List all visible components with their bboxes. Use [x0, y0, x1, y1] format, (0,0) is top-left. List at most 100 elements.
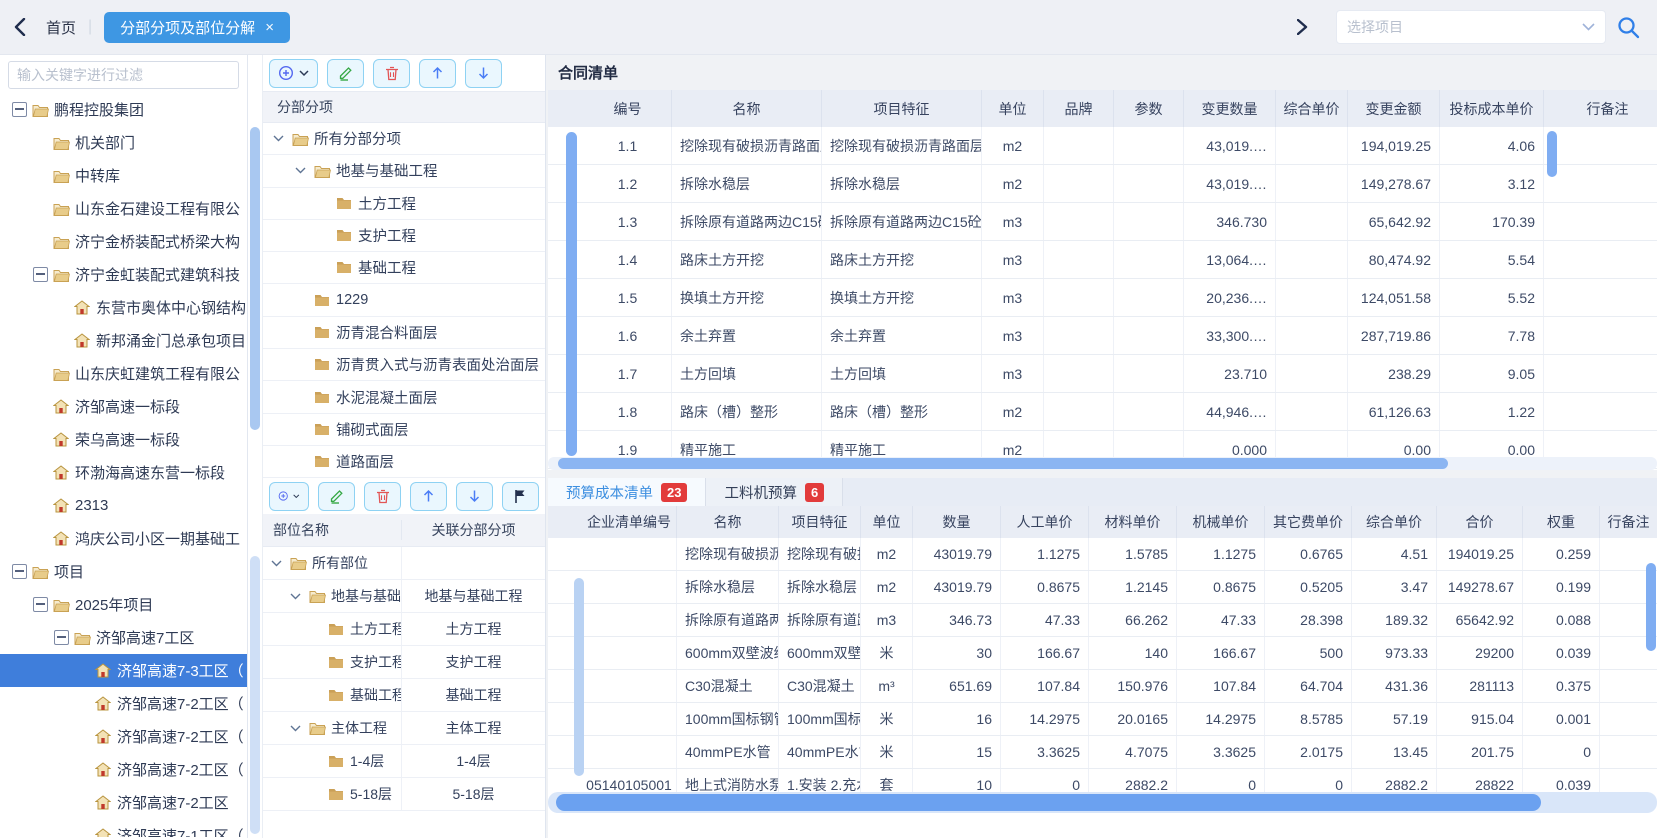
- edit-button[interactable]: [327, 59, 364, 88]
- tree-item[interactable]: 济邹高速7-2工区: [0, 786, 247, 819]
- division-tree-item[interactable]: 水泥混凝土面层: [263, 381, 545, 413]
- tree-item[interactable]: 中转库: [0, 159, 247, 192]
- add-button[interactable]: [269, 482, 309, 511]
- division-tree-item[interactable]: 1229: [263, 284, 545, 316]
- expander-icon[interactable]: [33, 597, 53, 612]
- division-tree-item[interactable]: 沥青混合料面层: [263, 317, 545, 349]
- division-tree-item[interactable]: 支护工程: [263, 220, 545, 252]
- tab-active-decomposition[interactable]: 分部分项及部位分解 ×: [104, 12, 290, 43]
- tree-item[interactable]: 东营市奥体中心钢结构: [0, 291, 247, 324]
- tree-item[interactable]: 2313: [0, 489, 247, 522]
- position-tree-item[interactable]: 地基与基础工程 地基与基础工程: [263, 580, 545, 613]
- tree-item[interactable]: 荣乌高速一标段: [0, 423, 247, 456]
- scrollbar-thumb[interactable]: [250, 127, 260, 430]
- tab-labor-material-budget[interactable]: 工料机预算 6: [705, 478, 843, 506]
- move-up-button[interactable]: [419, 59, 456, 88]
- budget-table-row[interactable]: 600mm双壁波纹管 600mm双壁波纹管 米 30 166.67 140 16…: [548, 637, 1657, 670]
- move-down-button[interactable]: [465, 59, 502, 88]
- flag-button[interactable]: [502, 482, 539, 511]
- budget-table-row[interactable]: 挖除现有破损沥青路面层 挖除现有破损沥青路面层 m2 43019.79 1.12…: [548, 538, 1657, 571]
- expander-icon[interactable]: [12, 564, 32, 579]
- tab-home[interactable]: 首页: [46, 17, 76, 38]
- budget-table-row[interactable]: C30混凝土 C30混凝土 m³ 651.69 107.84 150.976 1…: [548, 670, 1657, 703]
- tree-item[interactable]: 济邹高速7-2工区（: [0, 720, 247, 753]
- project-select[interactable]: 选择项目: [1336, 10, 1606, 44]
- budget-table-row[interactable]: 100mm国标钢管 100mm国标钢管 米 16 14.2975 20.0165…: [548, 703, 1657, 736]
- contract-table-row[interactable]: 1.8 路床（槽）整形 路床（槽）整形 m2 44,946.… 61,126.6…: [548, 393, 1657, 431]
- position-tree-item[interactable]: 支护工程 支护工程: [263, 646, 545, 679]
- tree-item[interactable]: 济宁金虹装配式建筑科技: [0, 258, 247, 291]
- contract-table-row[interactable]: 1.7 土方回填 土方回填 m3 23.710 238.29 9.05: [548, 355, 1657, 393]
- chevron-down-icon[interactable]: [271, 560, 290, 567]
- scrollbar-thumb[interactable]: [1547, 131, 1557, 177]
- division-tree-item[interactable]: 所有分部分项: [263, 123, 545, 155]
- move-up-button[interactable]: [410, 482, 447, 511]
- tree-filter-input[interactable]: [8, 61, 239, 89]
- division-tree-item[interactable]: 沥青贯入式与沥青表面处治面层: [263, 349, 545, 381]
- expander-icon[interactable]: [12, 102, 32, 117]
- tree-item[interactable]: 项目: [0, 555, 247, 588]
- tree-item[interactable]: 新邦涌金门总承包项目: [0, 324, 247, 357]
- scrollbar-thumb[interactable]: [566, 132, 577, 456]
- tree-item[interactable]: 山东庆虹建筑工程有限公: [0, 357, 247, 390]
- tree-item[interactable]: 环渤海高速东营一标段: [0, 456, 247, 489]
- tree-item[interactable]: 鸿庆公司小区一期基础工: [0, 522, 247, 555]
- chevron-down-icon[interactable]: [295, 167, 314, 174]
- division-tree-item[interactable]: 铺砌式面层: [263, 414, 545, 446]
- budget-table-row[interactable]: 拆除原有道路两边C15砼 拆除原有道路两边C15砼 m3 346.73 47.3…: [548, 604, 1657, 637]
- horizontal-scrollbar-thumb[interactable]: [556, 794, 1541, 811]
- division-tree-item[interactable]: 地基与基础工程: [263, 155, 545, 187]
- contract-table-row[interactable]: 1.4 路床土方开挖 路床土方开挖 m3 13,064.… 80,474.92 …: [548, 241, 1657, 279]
- division-tree-item[interactable]: 道路面层: [263, 446, 545, 478]
- expand-tabs-button[interactable]: [1297, 19, 1308, 35]
- tree-item[interactable]: 机关部门: [0, 126, 247, 159]
- contract-table-row[interactable]: 1.3 拆除原有道路两边C15砼 拆除原有道路两边C15砼 m3 346.730…: [548, 203, 1657, 241]
- tree-item[interactable]: 济邹高速7-2工区（: [0, 753, 247, 786]
- tree-item[interactable]: 济邹高速7-1工区（: [0, 819, 247, 837]
- close-tab-icon[interactable]: ×: [265, 19, 274, 36]
- position-tree-item[interactable]: 基础工程 基础工程: [263, 679, 545, 712]
- chevron-down-icon[interactable]: [290, 725, 309, 732]
- tree-item[interactable]: 济邹高速一标段: [0, 390, 247, 423]
- add-button[interactable]: [269, 59, 318, 88]
- chevron-down-icon[interactable]: [273, 135, 292, 142]
- contract-table-row[interactable]: 1.5 换填土方开挖 换填土方开挖 m3 20,236.… 124,051.58…: [548, 279, 1657, 317]
- horizontal-scrollbar-track[interactable]: [548, 792, 1657, 813]
- delete-button[interactable]: [364, 482, 401, 511]
- tree-item[interactable]: 济宁金桥装配式桥梁大构: [0, 225, 247, 258]
- position-tree-item[interactable]: 土方工程 土方工程: [263, 613, 545, 646]
- tree-item[interactable]: 鹏程控股集团: [0, 93, 247, 126]
- tree-item[interactable]: 济邹高速7-3工区（: [0, 654, 247, 687]
- chevron-down-icon[interactable]: [290, 593, 309, 600]
- position-tree-item[interactable]: 1-4层 1-4层: [263, 745, 545, 778]
- back-button[interactable]: [14, 18, 26, 36]
- contract-table-row[interactable]: 1.1 挖除现有破损沥青路面层 挖除现有破损沥青路面层 m2 43,019.… …: [548, 127, 1657, 165]
- horizontal-scrollbar-thumb[interactable]: [558, 458, 1448, 469]
- position-tree-item[interactable]: 主体工程 主体工程: [263, 712, 545, 745]
- position-tree-item[interactable]: 5-18层 5-18层: [263, 778, 545, 811]
- move-down-button[interactable]: [456, 482, 493, 511]
- tree-item[interactable]: 济邹高速7-2工区（: [0, 687, 247, 720]
- scrollbar-thumb[interactable]: [250, 556, 260, 834]
- scrollbar-thumb[interactable]: [574, 578, 584, 776]
- search-button[interactable]: [1616, 15, 1641, 40]
- cell-feature: C30混凝土: [779, 670, 861, 702]
- division-tree-item[interactable]: 基础工程: [263, 252, 545, 284]
- budget-table-row[interactable]: 拆除水稳层 拆除水稳层 m2 43019.79 0.8675 1.2145 0.…: [548, 571, 1657, 604]
- edit-button[interactable]: [318, 482, 355, 511]
- budget-table-row[interactable]: 40mmPE水管 40mmPE水管 米 15 3.3625 4.7075 3.3…: [548, 736, 1657, 769]
- horizontal-scrollbar-track[interactable]: [548, 457, 1657, 470]
- position-tree-item[interactable]: 所有部位: [263, 547, 545, 580]
- delete-button[interactable]: [373, 59, 410, 88]
- expander-icon[interactable]: [54, 630, 74, 645]
- contract-table-row[interactable]: 1.2 拆除水稳层 拆除水稳层 m2 43,019.… 149,278.67 3…: [548, 165, 1657, 203]
- scrollbar-thumb[interactable]: [1646, 563, 1656, 651]
- tree-item[interactable]: 山东金石建设工程有限公: [0, 192, 247, 225]
- tab-budget-cost-list[interactable]: 预算成本清单 23: [548, 478, 705, 506]
- contract-table-row[interactable]: 1.6 余土弃置 余土弃置 m3 33,300.… 287,719.86 7.7…: [548, 317, 1657, 355]
- expander-icon[interactable]: [33, 267, 53, 282]
- tree-item[interactable]: 2025年项目: [0, 588, 247, 621]
- division-tree-item[interactable]: 土方工程: [263, 188, 545, 220]
- tree-item[interactable]: 济邹高速7工区: [0, 621, 247, 654]
- col-comp-price: 综合单价: [1352, 506, 1437, 538]
